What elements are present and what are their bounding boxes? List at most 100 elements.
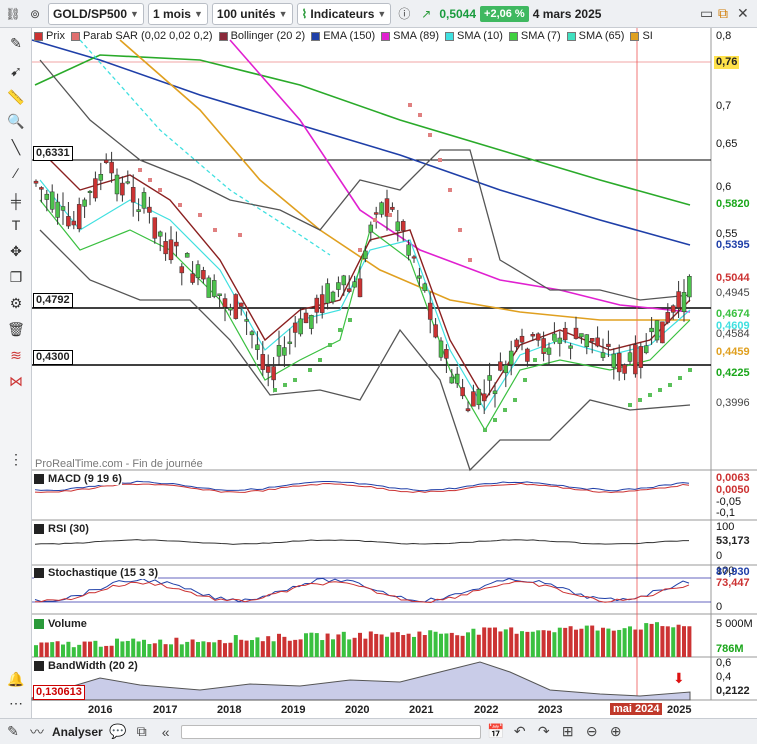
candle-body [557,337,563,344]
candle-body [503,364,509,374]
price-tick: 0,65 [716,138,738,150]
legend-item[interactable]: Prix [34,29,65,43]
volume-bar [671,627,676,657]
legend-item[interactable]: SMA (89) [381,29,439,43]
volume-bar [622,628,627,657]
legend-item[interactable]: EMA (150) [311,29,375,43]
volume-tick: 5 000M [716,618,753,630]
price-tick: 0,6 [716,181,732,193]
time-scrollbar[interactable] [180,724,481,739]
redo-icon[interactable]: ↷ [535,723,553,740]
sar-dot [158,188,162,192]
volume-bar [568,626,573,657]
sar-dot [688,368,692,372]
calendar-icon[interactable]: 📅 [487,723,505,740]
sar-dot [283,383,287,387]
bw-value: 0,2122 [716,685,750,697]
zoom-in-icon[interactable]: ⊕ [607,723,625,740]
legend-item[interactable]: Bollinger (20 2) [218,29,305,43]
sar-dot [178,203,182,207]
zoom-fit-icon[interactable]: ⊞ [559,723,577,740]
volume-bar [271,641,276,657]
candle-body [433,324,438,338]
volume-bar [601,627,605,657]
pane-tag [34,474,44,484]
chart-area[interactable] [0,0,757,744]
legend-item[interactable]: SMA (65) [566,29,624,43]
year-label: 2022 [474,704,499,716]
price-marker: 0,4945 [716,287,750,299]
legend-swatch [508,31,518,41]
rsi-line [34,539,690,545]
candle-body [271,366,276,381]
candle-body [379,202,384,215]
candle-body [546,347,552,355]
candle-body [444,349,449,359]
volume-bar [590,625,595,657]
volume-bar [449,632,454,657]
volume-bar [433,631,438,657]
sar-dot [138,168,142,172]
candle-body [346,288,352,292]
candle-body [660,321,665,344]
volume-bar [520,631,524,657]
volume-value: 786M [716,643,744,655]
candle-body [298,318,303,335]
candle-body [82,199,87,207]
legend-item[interactable]: SMA (7) [508,29,561,43]
chat-icon[interactable]: 💬 [109,723,127,740]
sar-dot [273,388,277,392]
candle-body [152,217,158,239]
legend-item[interactable]: SI [630,29,653,43]
legend-swatch [34,31,43,41]
compare-icon[interactable]: ⧉ [133,723,151,740]
sar-dot [513,398,517,402]
sar-dot [493,418,497,422]
stoch-tick: 0 [716,601,723,613]
year-label: 2020 [345,704,370,716]
stoch-title: Stochastique (15 3 3) [34,567,159,579]
price-marker: 0,4584 [716,328,750,340]
volume-bar [125,640,130,657]
volume-bar [212,642,217,657]
legend-item[interactable]: Parab SAR (0,02 0,02 0,2) [70,29,213,43]
candle-body [325,283,330,304]
legend-item[interactable]: SMA (10) [445,29,503,43]
candle-body [676,291,681,308]
candle-body [568,345,573,349]
volume-bar [649,623,654,657]
candle-body [314,297,320,313]
candle-body [190,273,195,283]
candle-body [228,307,233,311]
candle-body [622,364,627,374]
candle-body [454,373,460,384]
analyser-button[interactable]: Analyser [52,725,103,739]
scroll-left-icon[interactable]: « [157,724,175,740]
volume-bar [98,646,103,657]
volume-bar [314,633,319,657]
sar-dot [678,376,682,380]
candle-body [309,314,314,329]
volume-bar [277,633,281,657]
volume-bar [541,630,546,657]
pen-icon[interactable]: ✎ [4,723,22,740]
candle-body [76,204,82,230]
legend-swatch [445,31,455,41]
price-marker: 0,5395 [716,239,750,251]
candle-body [595,337,600,347]
volume-bar [466,632,470,657]
price-tick: 0,7 [716,100,732,112]
sma7-line [39,149,691,402]
candle-body [217,293,222,296]
wave-icon[interactable]: 〰 [28,722,46,742]
sar-dot [543,348,547,352]
undo-icon[interactable]: ↶ [511,723,529,740]
zoom-out-icon[interactable]: ⊖ [583,723,601,740]
volume-bar [352,637,357,657]
candle-body [535,333,541,341]
sar-dot [238,233,242,237]
candle-body [163,241,168,255]
volume-bar [179,644,184,657]
volume-bar [363,638,368,657]
candle-body [238,302,244,307]
